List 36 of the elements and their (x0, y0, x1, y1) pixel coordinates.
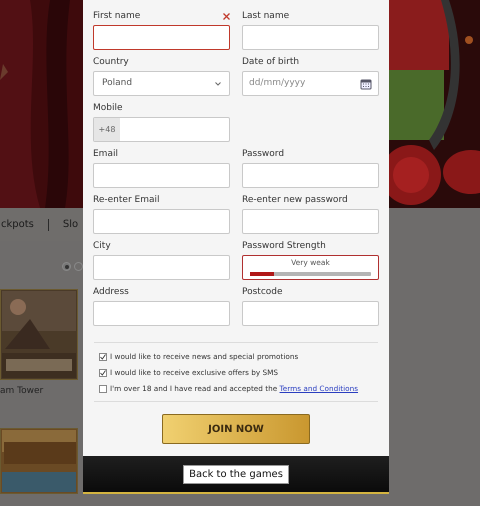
field-label: Email (93, 149, 118, 160)
field-label: Password Strength (242, 241, 326, 252)
close-icon[interactable] (223, 13, 230, 20)
chevron-icon (215, 82, 221, 86)
field-label: Mobile (93, 103, 123, 114)
calendar-icon[interactable] (360, 78, 372, 90)
text-field[interactable] (242, 25, 379, 50)
checkbox[interactable] (99, 369, 107, 377)
country-select[interactable]: Poland (93, 71, 230, 96)
date-field[interactable]: dd/mm/yyyy (242, 71, 379, 96)
field-label: Re-enter new password (242, 195, 348, 206)
field-label: Password (242, 149, 284, 160)
text-field[interactable] (93, 25, 230, 50)
field-label: Postcode (242, 287, 283, 298)
mobile-field[interactable]: +48 (93, 117, 230, 142)
checkbox[interactable] (99, 353, 107, 361)
text-field[interactable] (242, 301, 379, 326)
text-field[interactable] (93, 255, 230, 280)
join-now-button[interactable]: JOIN NOW (162, 414, 310, 444)
text-field[interactable] (242, 209, 379, 234)
text-field[interactable] (93, 209, 230, 234)
text-field[interactable] (242, 163, 379, 188)
field-label: Country (93, 57, 129, 68)
field-label: Address (93, 287, 129, 298)
text-field[interactable] (93, 301, 230, 326)
field-label: City (93, 241, 111, 252)
field-label: Date of birth (242, 57, 300, 68)
text-field[interactable] (93, 163, 230, 188)
phone-prefix: +48 (94, 118, 120, 141)
back-to-games-button[interactable]: Back to the games (183, 464, 289, 484)
carousel-dot[interactable] (62, 262, 71, 271)
checkbox[interactable] (99, 385, 107, 393)
field-label: First name (93, 11, 140, 22)
field-label: Last name (242, 11, 290, 22)
game-title: am Tower (0, 385, 44, 398)
field-label: Re-enter Email (93, 195, 160, 206)
